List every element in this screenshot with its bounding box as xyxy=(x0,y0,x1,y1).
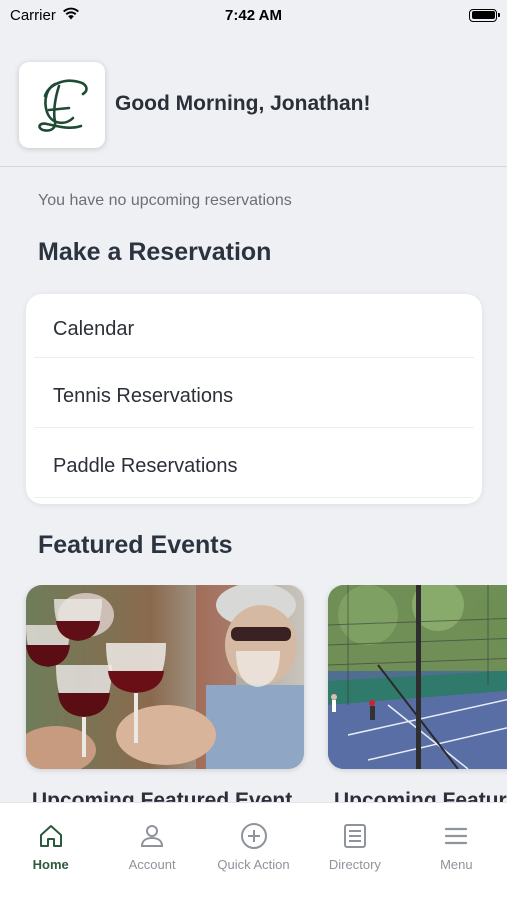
greeting-text: Good Morning, Jonathan! xyxy=(115,92,371,115)
calendar-option-label: Calendar xyxy=(53,317,135,340)
event-image-paddle-court xyxy=(328,585,507,769)
tab-account[interactable]: Account xyxy=(101,803,202,900)
tennis-reservations-option[interactable]: Tennis Reservations xyxy=(26,361,482,431)
battery-icon xyxy=(469,8,500,22)
paddle-reservations-option[interactable]: Paddle Reservations xyxy=(26,431,482,501)
list-icon xyxy=(342,821,368,851)
calendar-option[interactable]: Calendar xyxy=(26,294,482,364)
featured-events-carousel[interactable]: Upcoming Featured Event Upcoming Featur xyxy=(0,585,507,805)
tab-bar: Home Account Quick Action Directory Menu xyxy=(0,802,507,900)
header: Good Morning, Jonathan! xyxy=(0,30,507,167)
reservation-options-card: Calendar Tennis Reservations Paddle Rese… xyxy=(26,294,482,504)
divider xyxy=(34,427,474,428)
divider xyxy=(34,497,474,498)
tab-menu-label: Menu xyxy=(440,857,473,872)
club-logo[interactable] xyxy=(19,62,105,148)
status-time: 7:42 AM xyxy=(225,6,282,24)
no-reservations-message: You have no upcoming reservations xyxy=(38,192,292,209)
event-card[interactable]: Upcoming Featured Event xyxy=(26,585,304,805)
status-bar: Carrier 7:42 AM xyxy=(0,0,507,30)
club-monogram-icon xyxy=(38,79,88,132)
person-icon xyxy=(139,821,165,851)
featured-events-title: Featured Events xyxy=(38,531,233,559)
event-image-wine xyxy=(26,585,304,769)
plus-circle-icon xyxy=(240,821,268,851)
divider xyxy=(34,357,474,358)
tab-quick-action[interactable]: Quick Action xyxy=(203,803,304,900)
paddle-reservations-label: Paddle Reservations xyxy=(53,454,238,477)
home-icon xyxy=(38,821,64,851)
make-reservation-title: Make a Reservation xyxy=(38,238,272,266)
tab-directory-label: Directory xyxy=(328,857,381,872)
tab-home[interactable]: Home xyxy=(0,803,101,900)
event-card[interactable]: Upcoming Featured Event xyxy=(328,585,507,805)
hamburger-icon xyxy=(444,821,468,851)
tab-quick-action-label: Quick Action xyxy=(217,857,290,872)
tab-account-label: Account xyxy=(128,857,176,872)
tab-home-label: Home xyxy=(32,857,69,872)
tab-directory[interactable]: Directory xyxy=(304,803,405,900)
tennis-reservations-label: Tennis Reservations xyxy=(53,384,234,407)
tab-menu[interactable]: Menu xyxy=(406,803,507,900)
